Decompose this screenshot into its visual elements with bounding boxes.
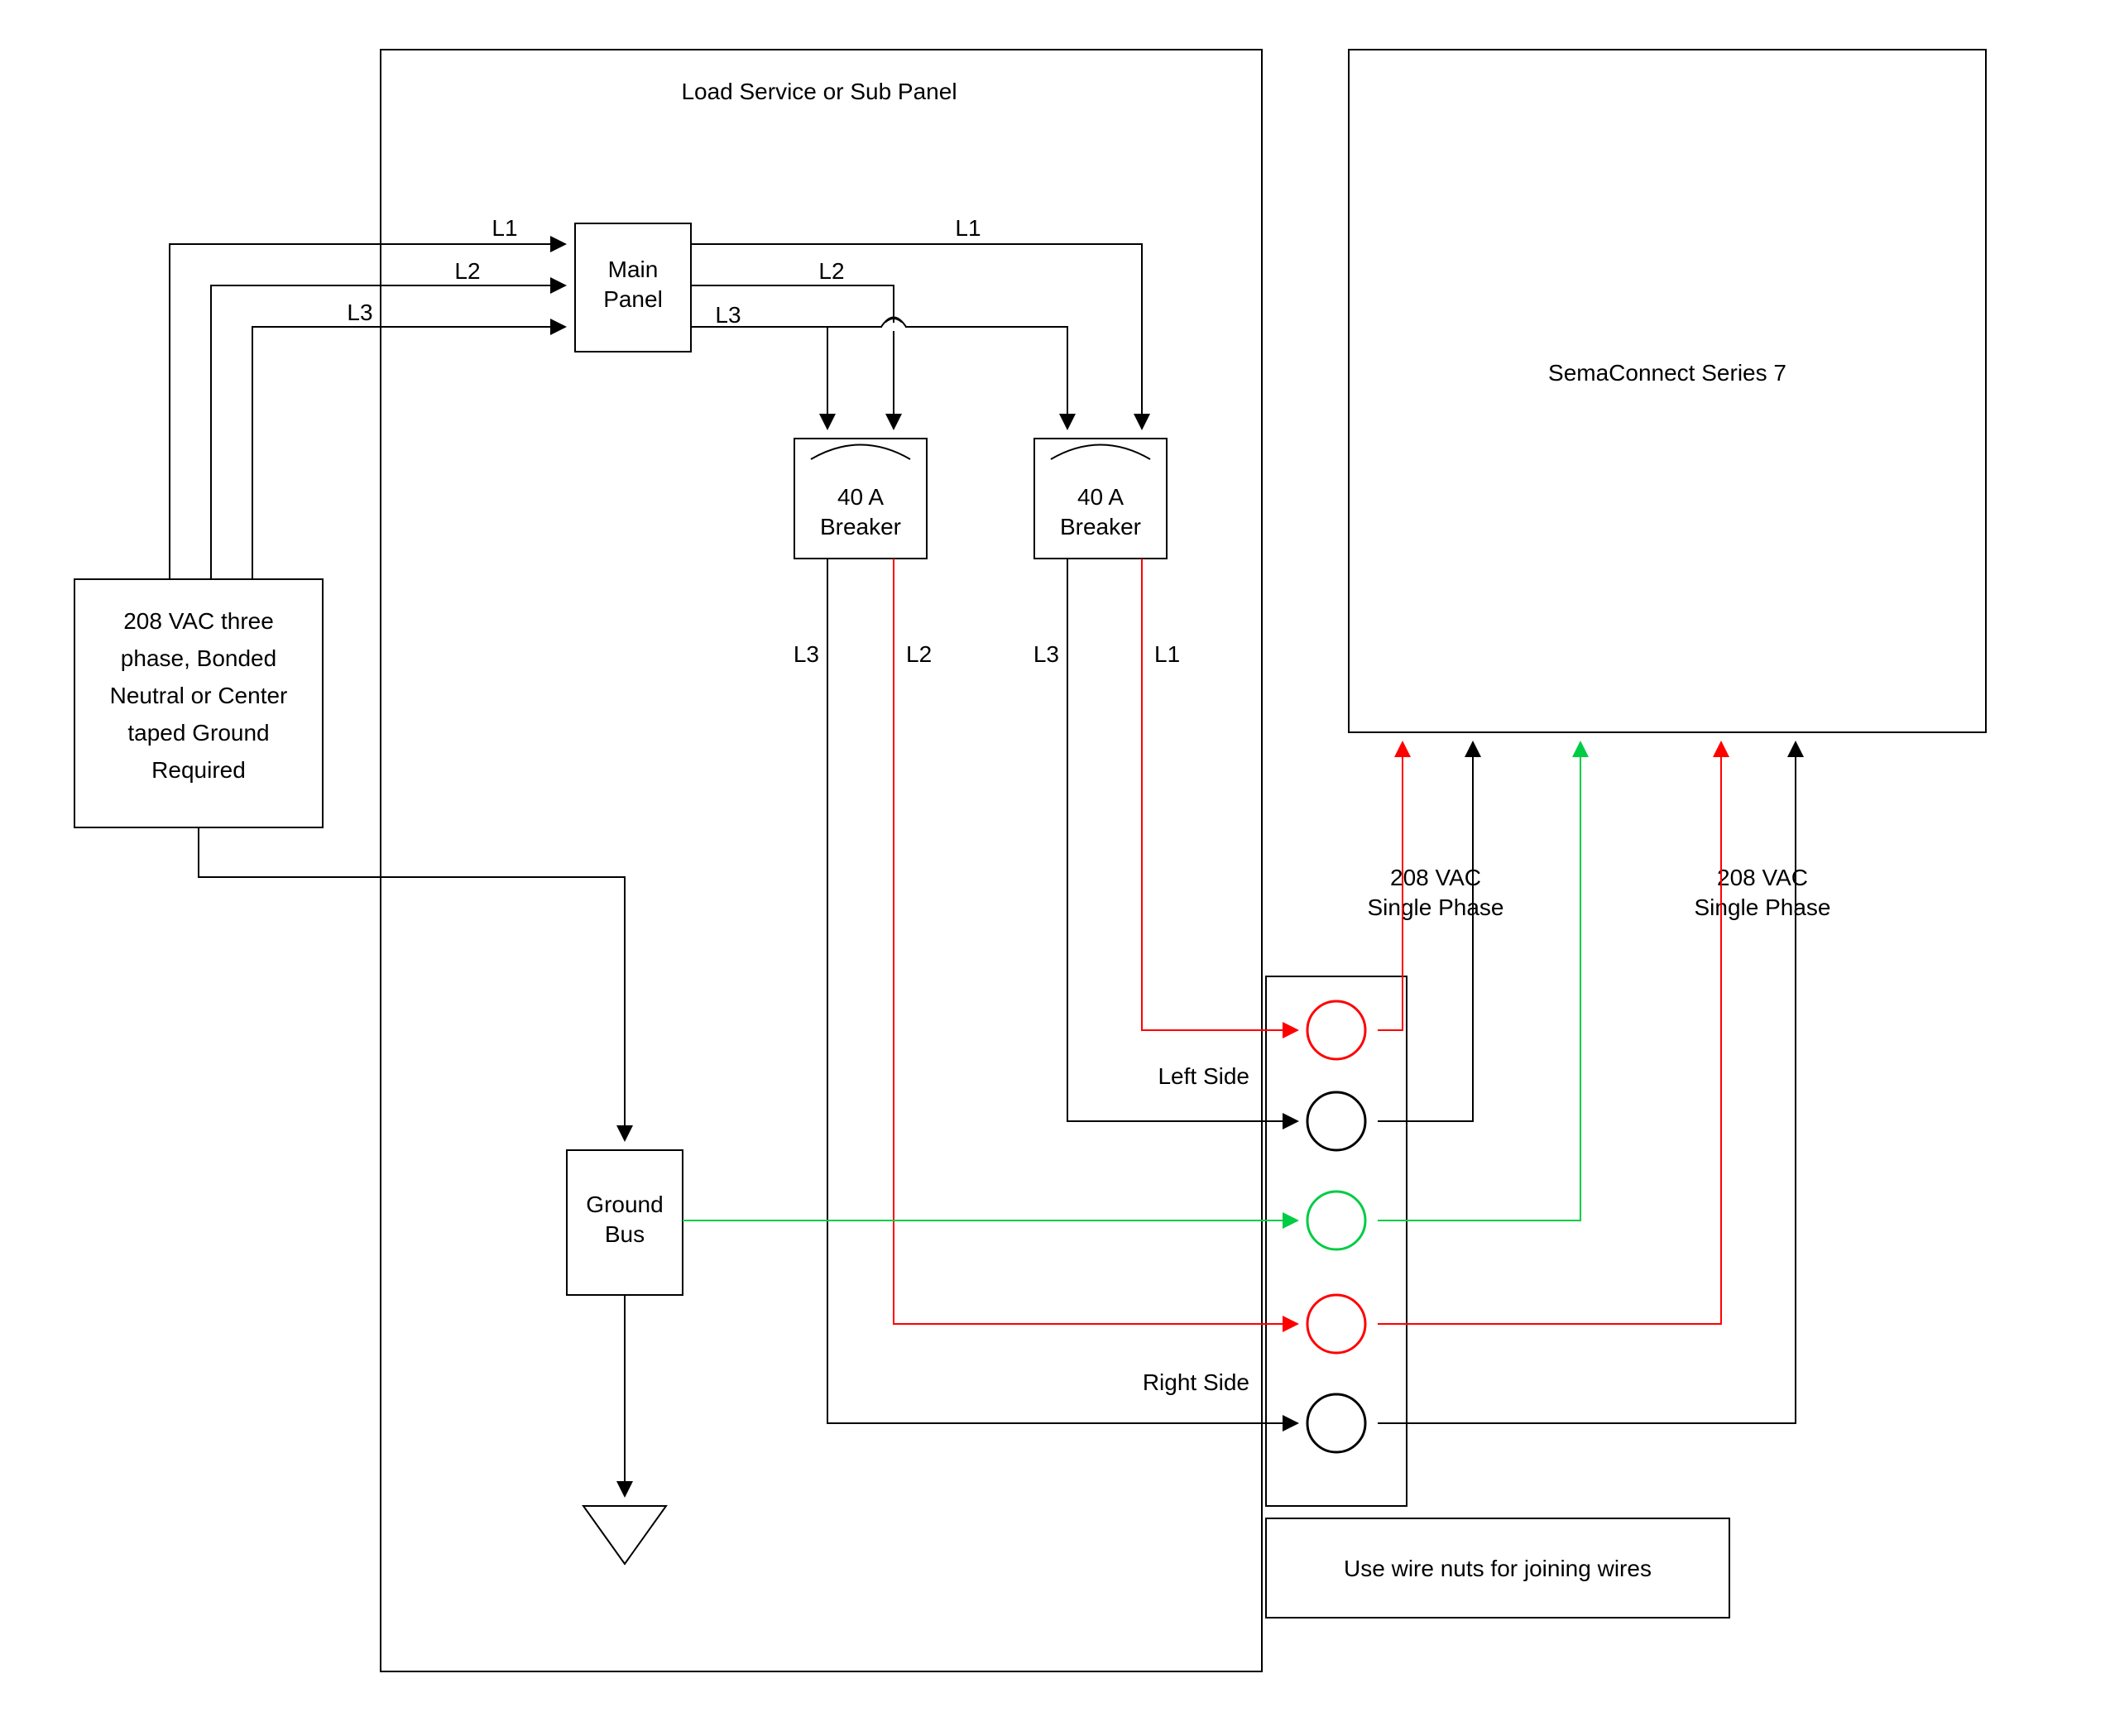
semaconnect-title: SemaConnect Series 7 bbox=[1548, 360, 1786, 386]
b1-L3-label: L3 bbox=[794, 641, 819, 667]
L2-in-label: L2 bbox=[454, 258, 480, 284]
phase1-label: 208 VACSingle Phase bbox=[1367, 865, 1503, 920]
L3-bus-label: L3 bbox=[715, 302, 741, 328]
wiring-diagram: Load Service or Sub Panel SemaConnect Se… bbox=[0, 0, 2110, 1736]
wire-nuts-label: Use wire nuts for joining wires bbox=[1344, 1556, 1652, 1581]
b2-L3-label: L3 bbox=[1033, 641, 1059, 667]
wire-t3-up bbox=[1378, 749, 1580, 1220]
terminal-3-green bbox=[1307, 1192, 1365, 1249]
terminal-4-red bbox=[1307, 1295, 1365, 1353]
L1-in-label: L1 bbox=[492, 215, 517, 241]
load-panel-title: Load Service or Sub Panel bbox=[681, 79, 957, 104]
wire-t4-up bbox=[1378, 749, 1721, 1324]
right-side-label: Right Side bbox=[1143, 1369, 1249, 1395]
wire-t5-up bbox=[1378, 749, 1796, 1423]
L2-bus-label: L2 bbox=[818, 258, 844, 284]
terminal-2-black bbox=[1307, 1092, 1365, 1150]
L1-bus-label: L1 bbox=[955, 215, 981, 241]
b2-L1-label: L1 bbox=[1154, 641, 1180, 667]
load-panel-box bbox=[381, 50, 1262, 1671]
terminal-1-red bbox=[1307, 1001, 1365, 1059]
L3-in-label: L3 bbox=[347, 300, 372, 325]
phase2-label: 208 VACSingle Phase bbox=[1694, 865, 1830, 920]
left-side-label: Left Side bbox=[1158, 1063, 1249, 1089]
terminal-5-black bbox=[1307, 1394, 1365, 1452]
semaconnect-box bbox=[1349, 50, 1986, 732]
b1-L2-label: L2 bbox=[906, 641, 932, 667]
